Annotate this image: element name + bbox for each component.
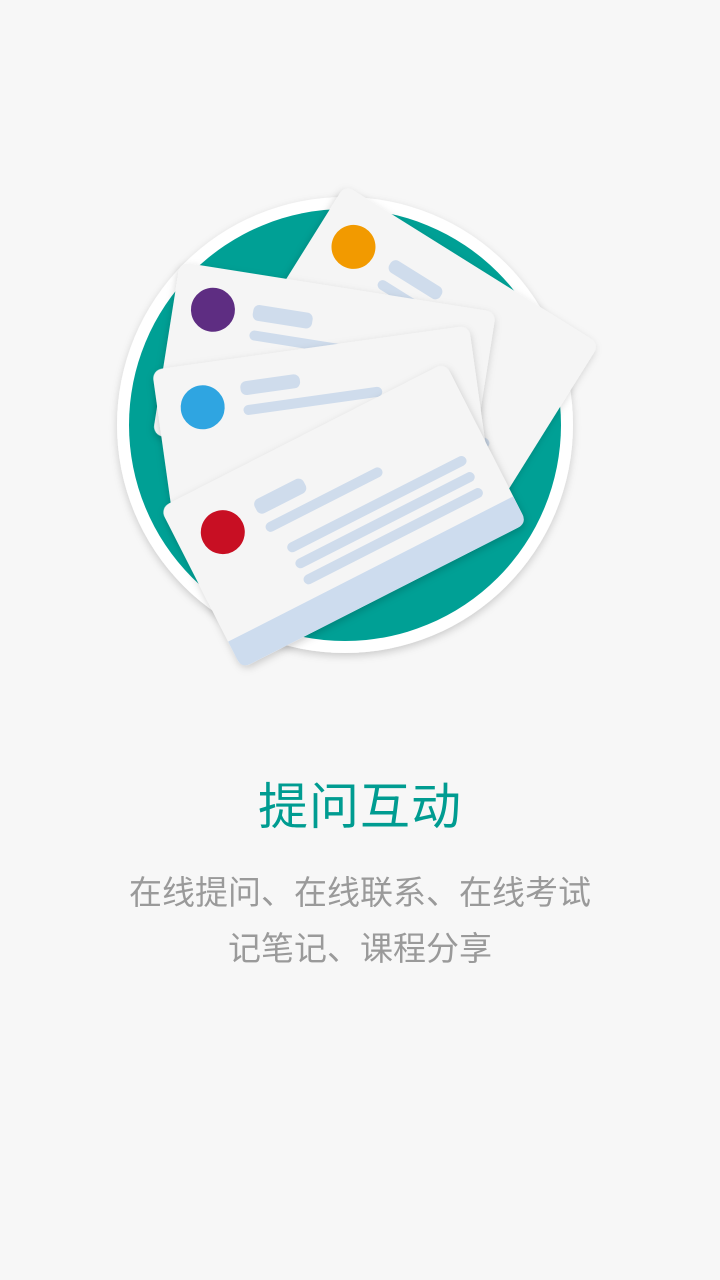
description-line-2: 记笔记、课程分享 — [228, 929, 492, 968]
onboarding-screen: 提问互动 在线提问、在线联系、在线考试 记笔记、课程分享 — [0, 0, 720, 1280]
description-line-1: 在线提问、在线联系、在线考试 — [129, 873, 591, 912]
cards-illustration-icon — [117, 188, 596, 666]
page-title: 提问互动 — [258, 778, 462, 836]
